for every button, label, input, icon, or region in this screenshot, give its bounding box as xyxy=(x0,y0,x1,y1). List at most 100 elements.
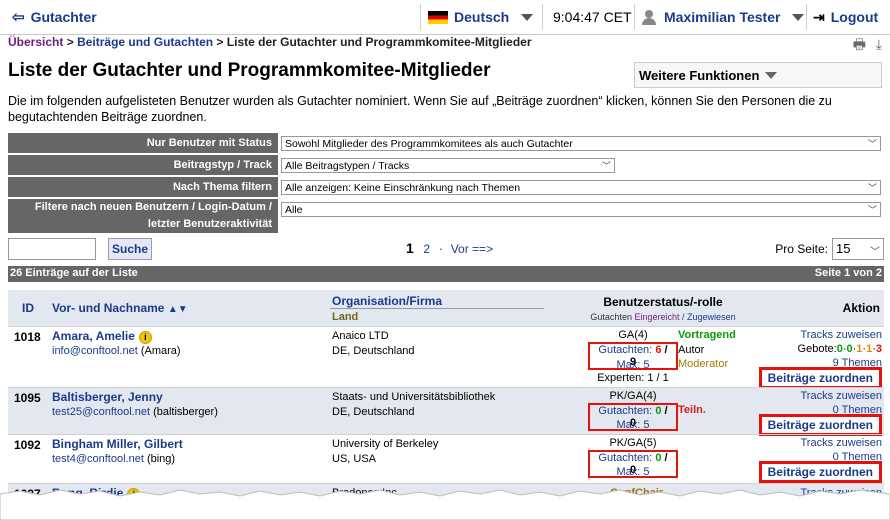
breadcrumb-parent-link[interactable]: Beiträge und Gutachten xyxy=(77,35,213,49)
status-sub-submitted: Eingereicht xyxy=(634,312,680,322)
back-to-reviewers-link[interactable]: ⇦ Gutachter xyxy=(12,0,97,34)
user-name: Maximilian Tester xyxy=(664,9,781,25)
filter-label: Nach Thema filtern xyxy=(8,177,278,197)
reviews-label: Gutachten: xyxy=(598,344,653,356)
pager-separator: · xyxy=(438,241,444,256)
column-org[interactable]: Organisation/Firma xyxy=(332,294,442,308)
user-icon xyxy=(642,10,656,25)
topic-filter-select[interactable]: Alle anzeigen: Keine Einschränkung nach … xyxy=(281,179,881,195)
search-input[interactable] xyxy=(8,238,96,260)
bid-value: 0 xyxy=(846,343,853,355)
email-link[interactable]: info@conftool.net xyxy=(52,345,138,357)
bids-label: Gebote: xyxy=(797,343,837,355)
page-2-link[interactable]: 2 xyxy=(423,242,430,256)
chevron-down-icon: ﹀ xyxy=(867,138,877,149)
column-name[interactable]: Vor- und Nachname ▲▼ xyxy=(52,301,188,315)
row-id: 1018 xyxy=(14,330,41,344)
column-status: Benutzerstatus/-rolle xyxy=(603,295,723,309)
login-name: (Amara) xyxy=(140,345,181,357)
bid-value: 0 xyxy=(836,343,843,355)
bid-value: 1 xyxy=(856,343,863,355)
activity-filter-value: Alle xyxy=(285,204,303,216)
login-name: (baltisberger) xyxy=(153,406,218,418)
table-row: 1092 Bingham Miller, Gilbert test4@conft… xyxy=(8,434,884,483)
row-org: Staats- und Universitätsbibliothek xyxy=(332,391,496,403)
download-icon[interactable]: ⤓ xyxy=(876,36,882,52)
more-functions-label: Weitere Funktionen xyxy=(639,67,760,83)
row-role: PK/GA(5) xyxy=(609,437,657,449)
assign-papers-button[interactable]: Beiträge zuordnen xyxy=(758,461,882,483)
track-filter-value: Alle Beitragstypen / Tracks xyxy=(285,159,410,172)
top-bar: ⇦ Gutachter Deutsch 9:04:47 CET Maximili… xyxy=(0,0,890,35)
bid-value: 3 xyxy=(875,343,882,355)
track-filter-select[interactable]: Alle Beitragstypen / Tracks ﹀ xyxy=(281,157,615,173)
logout-button[interactable]: ⇥ Logout xyxy=(813,0,878,34)
max-reviews: Max: 5 xyxy=(616,359,650,371)
assign-tracks-link[interactable]: Tracks zuweisen xyxy=(800,390,882,402)
activity-filter-select[interactable]: Alle ﹀ xyxy=(281,202,881,217)
more-functions-dropdown[interactable]: Weitere Funktionen xyxy=(634,62,882,88)
reviews-label: Gutachten: xyxy=(598,452,653,464)
user-name-link[interactable]: Baltisberger, Jenny xyxy=(52,390,163,404)
email-link[interactable]: test4@conftool.net xyxy=(52,453,144,465)
breadcrumb-home-link[interactable]: Übersicht xyxy=(8,35,63,49)
column-land[interactable]: Land xyxy=(332,311,358,323)
assign-tracks-link[interactable]: Tracks zuweisen xyxy=(800,329,882,341)
row-id: 1095 xyxy=(14,391,41,405)
filter-label: Filtere nach neuen Benutzern / Login-Dat… xyxy=(8,199,278,233)
row-land: US, USA xyxy=(332,453,377,465)
page-info: Seite 1 von 2 xyxy=(814,267,882,279)
time-display: 9:04:47 CET xyxy=(553,9,632,25)
chevron-down-icon xyxy=(792,13,805,21)
row-role: GA(4) xyxy=(618,329,648,341)
row-name: Amara, Amelie i xyxy=(52,329,152,344)
status-sub-assigned: Zugewiesen xyxy=(687,312,736,322)
user-menu[interactable]: Maximilian Tester xyxy=(642,0,805,34)
row-land: DE, Deutschland xyxy=(332,345,415,357)
per-page-select[interactable]: 15 ﹀ xyxy=(832,238,884,260)
print-icon[interactable]: 🖶 xyxy=(853,36,866,52)
entry-count: 26 Einträge auf der Liste xyxy=(10,267,138,279)
per-page-control: Pro Seite: 15 ﹀ xyxy=(775,238,884,260)
search-and-pager: Suche 1 2 · Vor ==> Pro Seite: 15 ﹀ xyxy=(8,238,884,262)
row-email: test4@conftool.net (bing) xyxy=(52,453,175,465)
assign-papers-button[interactable]: Beiträge zuordnen xyxy=(758,367,882,389)
table-row: 1018 Amara, Amelie i info@conftool.net (A… xyxy=(8,326,884,389)
user-name-link[interactable]: Bingham Miller, Gilbert xyxy=(52,437,183,451)
chevron-down-icon: ﹀ xyxy=(870,247,880,258)
login-name: (bing) xyxy=(146,453,176,465)
column-action: Aktion xyxy=(842,301,880,315)
language-selector[interactable]: Deutsch xyxy=(428,0,534,34)
list-info-bar: 26 Einträge auf der Liste Seite 1 von 2 xyxy=(8,266,884,282)
assign-tracks-link[interactable]: Tracks zuweisen xyxy=(800,437,882,449)
row-org: Anaico LTD xyxy=(332,330,389,342)
email-link[interactable]: test25@conftool.net xyxy=(52,406,150,418)
status-filter-select[interactable]: Sowohl Mitglieder des Programmkomitees a… xyxy=(281,135,881,151)
breadcrumb-current: Liste der Gutachter und Programmkomitee-… xyxy=(226,35,532,49)
row-email: info@conftool.net (Amara) xyxy=(52,345,181,357)
user-name-link[interactable]: Amara, Amelie xyxy=(52,329,135,343)
row-role: PK/GA(4) xyxy=(609,390,657,402)
role-author: Autor xyxy=(678,344,705,356)
column-id[interactable]: ID xyxy=(22,301,34,315)
row-name: Baltisberger, Jenny xyxy=(52,390,163,404)
assign-papers-button[interactable]: Beiträge zuordnen xyxy=(758,414,882,436)
table-row: 1095 Baltisberger, Jenny test25@conftool… xyxy=(8,387,884,436)
next-page-link[interactable]: Vor ==> xyxy=(451,242,493,256)
column-name-label: Vor- und Nachname xyxy=(52,301,165,315)
max-reviews: Max: 5 xyxy=(616,419,650,431)
sort-arrows-icon[interactable]: ▲▼ xyxy=(168,304,188,315)
back-arrow-icon: ⇦ xyxy=(12,9,25,26)
intro-text: Die im folgenden aufgelisteten Benutzer … xyxy=(8,94,832,124)
back-label: Gutachter xyxy=(30,9,97,25)
info-icon[interactable]: i xyxy=(138,331,152,344)
chevron-down-icon xyxy=(765,71,778,79)
breadcrumb-separator: > xyxy=(66,35,74,49)
search-button[interactable]: Suche xyxy=(108,238,152,260)
status-sub-prefix: Gutachten xyxy=(590,312,632,322)
status-filter-value: Sowohl Mitglieder des Programmkomitees a… xyxy=(285,137,573,150)
bids: Gebote:0·0·1·1·3 xyxy=(797,343,882,355)
row-id: 1092 xyxy=(14,438,41,452)
page-tools: 🖶 ⤓ xyxy=(853,34,882,58)
per-page-label: Pro Seite: xyxy=(775,242,828,256)
